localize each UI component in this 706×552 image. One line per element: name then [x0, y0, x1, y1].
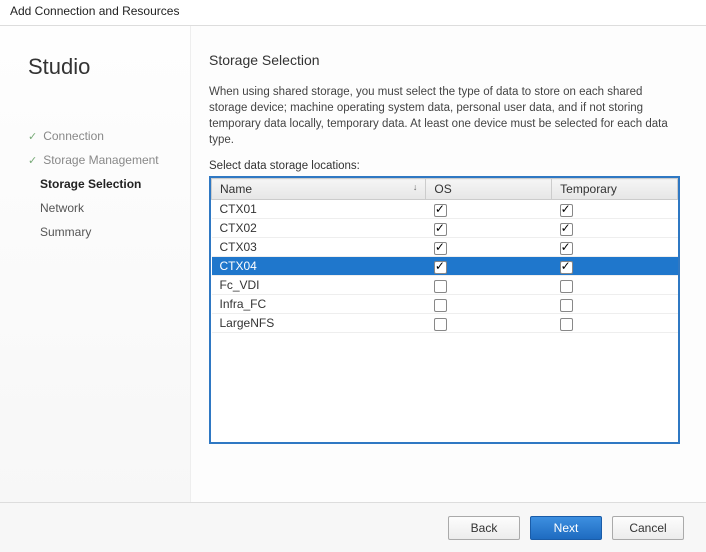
checkbox-temp[interactable] [560, 261, 573, 274]
col-temp-label: Temporary [560, 182, 617, 196]
cell-temp[interactable] [552, 276, 678, 295]
cell-temp[interactable] [552, 200, 678, 219]
cell-name: Fc_VDI [212, 276, 426, 295]
table-row[interactable]: CTX01 [212, 200, 678, 219]
checkbox-temp[interactable] [560, 204, 573, 217]
cell-temp[interactable] [552, 257, 678, 276]
cell-name: CTX01 [212, 200, 426, 219]
cell-temp[interactable] [552, 314, 678, 333]
table-row[interactable]: CTX04 [212, 257, 678, 276]
checkbox-os[interactable] [434, 242, 447, 255]
storage-grid[interactable]: Name ↓ OS Temporary CTX01CTX02CTX03CTX04… [209, 176, 680, 444]
cell-os[interactable] [426, 238, 552, 257]
cell-os[interactable] [426, 257, 552, 276]
checkbox-os[interactable] [434, 223, 447, 236]
col-os[interactable]: OS [426, 179, 552, 200]
wizard-footer: Back Next Cancel [0, 502, 706, 552]
cell-os[interactable] [426, 219, 552, 238]
col-temp[interactable]: Temporary [552, 179, 678, 200]
main-panel: Storage Selection When using shared stor… [190, 26, 706, 502]
checkbox-os[interactable] [434, 318, 447, 331]
next-button[interactable]: Next [530, 516, 602, 540]
studio-logo: Studio [28, 54, 190, 80]
col-name-label: Name [220, 182, 252, 196]
page-description: When using shared storage, you must sele… [209, 84, 680, 148]
list-label: Select data storage locations: [209, 160, 680, 172]
checkbox-temp[interactable] [560, 242, 573, 255]
wizard-step[interactable]: Storage Management [28, 148, 190, 172]
page-heading: Storage Selection [209, 52, 680, 68]
cell-name: CTX04 [212, 257, 426, 276]
col-os-label: OS [434, 182, 451, 196]
cell-temp[interactable] [552, 238, 678, 257]
sidebar: Studio ConnectionStorage ManagementStora… [0, 26, 190, 502]
checkbox-os[interactable] [434, 261, 447, 274]
table-row[interactable]: Fc_VDI [212, 276, 678, 295]
cell-os[interactable] [426, 314, 552, 333]
checkbox-temp[interactable] [560, 223, 573, 236]
wizard-step[interactable]: Connection [28, 124, 190, 148]
checkbox-temp[interactable] [560, 299, 573, 312]
wizard-step[interactable]: Storage Selection [28, 172, 190, 196]
col-name[interactable]: Name ↓ [212, 179, 426, 200]
table-row[interactable]: CTX02 [212, 219, 678, 238]
cell-os[interactable] [426, 295, 552, 314]
checkbox-os[interactable] [434, 204, 447, 217]
sort-down-icon: ↓ [413, 182, 418, 192]
checkbox-temp[interactable] [560, 280, 573, 293]
wizard-steps: ConnectionStorage ManagementStorage Sele… [28, 124, 190, 244]
cell-temp[interactable] [552, 295, 678, 314]
back-button[interactable]: Back [448, 516, 520, 540]
cell-os[interactable] [426, 200, 552, 219]
table-row[interactable]: LargeNFS [212, 314, 678, 333]
checkbox-os[interactable] [434, 299, 447, 312]
checkbox-os[interactable] [434, 280, 447, 293]
cell-os[interactable] [426, 276, 552, 295]
window-title: Add Connection and Resources [0, 0, 706, 26]
cell-name: CTX02 [212, 219, 426, 238]
checkbox-temp[interactable] [560, 318, 573, 331]
wizard-step[interactable]: Summary [28, 220, 190, 244]
wizard-step[interactable]: Network [28, 196, 190, 220]
table-row[interactable]: Infra_FC [212, 295, 678, 314]
table-row[interactable]: CTX03 [212, 238, 678, 257]
cell-temp[interactable] [552, 219, 678, 238]
cell-name: LargeNFS [212, 314, 426, 333]
cell-name: Infra_FC [212, 295, 426, 314]
cell-name: CTX03 [212, 238, 426, 257]
cancel-button[interactable]: Cancel [612, 516, 684, 540]
wizard-body: Studio ConnectionStorage ManagementStora… [0, 26, 706, 502]
